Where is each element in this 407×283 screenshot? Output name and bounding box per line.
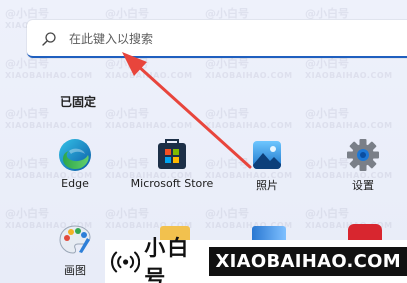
watermark-tile: @小白号XIAOBAIHAO.COM — [305, 57, 393, 81]
search-bar[interactable] — [27, 20, 407, 58]
watermark-tile: @小白号XIAOBAIHAO.COM — [5, 57, 93, 81]
settings-gear-icon — [345, 137, 381, 173]
app-label-microsoft-store: Microsoft Store — [130, 177, 214, 190]
watermark-tile: @小白号XIAOBAIHAO.COM — [205, 57, 293, 81]
pinned-app-settings[interactable]: 设置 — [318, 137, 407, 193]
watermark-tile: @小白号XIAOBAIHAO.COM — [105, 107, 193, 131]
photos-icon — [249, 137, 285, 173]
search-icon — [42, 32, 56, 46]
pinned-section-title: 已固定 — [60, 95, 97, 109]
pinned-app-microsoft-store[interactable]: Microsoft Store — [127, 137, 217, 190]
wireless-signal-icon — [111, 251, 141, 272]
app-label-photos: 照片 — [256, 179, 278, 192]
watermark-tile: @小白号XIAOBAIHAO.COM — [205, 107, 293, 131]
pinned-app-edge[interactable]: Edge — [30, 137, 120, 190]
app-label-settings: 设置 — [352, 179, 374, 192]
edge-icon — [57, 137, 93, 173]
search-input[interactable] — [69, 29, 369, 49]
store-icon — [154, 137, 190, 173]
app-label-edge: Edge — [61, 177, 89, 190]
banner-brand-text: 小白号 — [144, 235, 191, 283]
banner-url-text: XIAOBAIHAO.COM — [209, 247, 407, 276]
paint-icon — [57, 222, 93, 258]
watermark-tile: @小白号XIAOBAIHAO.COM — [5, 107, 93, 131]
watermark-banner: 小白号 XIAOBAIHAO.COM — [105, 236, 407, 283]
watermark-tile: @小白号XIAOBAIHAO.COM — [105, 57, 193, 81]
watermark-tile: @小白号XIAOBAIHAO.COM — [305, 107, 393, 131]
pinned-app-photos[interactable]: 照片 — [222, 137, 312, 193]
